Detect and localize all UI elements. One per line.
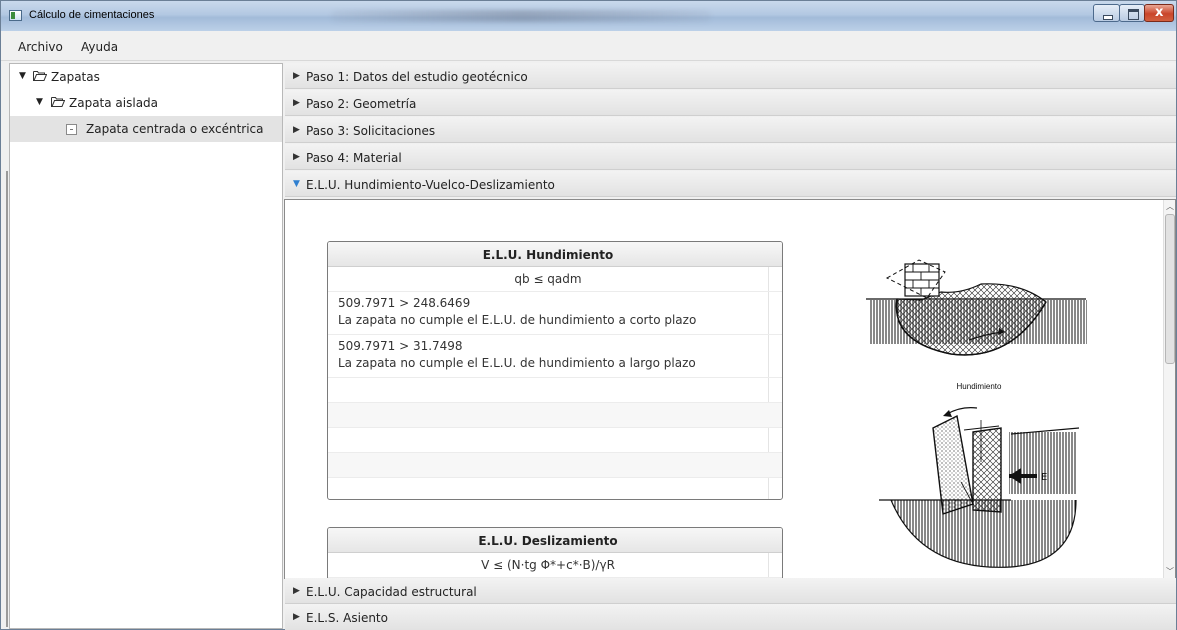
pane-header-paso-3[interactable]: ▶ Paso 3: Solicitaciones — [285, 117, 1176, 143]
table-row[interactable] — [328, 428, 782, 453]
illustration-caption: Hundimiento — [956, 382, 1002, 391]
pane-header-elu-hundimiento[interactable]: ▼ E.L.U. Hundimiento-Vuelco-Deslizamient… — [285, 171, 1176, 197]
title-bar[interactable]: Cálculo de cimentaciones x — [1, 1, 1176, 31]
collapsed-arrow-icon: ▶ — [293, 71, 300, 81]
menu-archivo[interactable]: Archivo — [18, 40, 63, 54]
maximize-button[interactable] — [1119, 4, 1145, 22]
menu-ayuda[interactable]: Ayuda — [81, 40, 118, 54]
collapsed-arrow-icon: ▶ — [293, 586, 300, 596]
formula-text: V ≤ (N·tg Φ*+c*·B)/γR — [481, 558, 615, 572]
pane-header-els-asiento[interactable]: ▶ E.L.S. Asiento — [285, 604, 1176, 630]
expand-arrow-icon[interactable]: ▼ — [19, 71, 26, 81]
expand-arrow-icon[interactable]: ▼ — [36, 97, 43, 107]
pane-label: Paso 2: Geometría — [306, 97, 417, 111]
navigation-tree: ▼ Zapatas ▼ Zapata aislada Zapata centra… — [9, 63, 283, 629]
table-header: E.L.U. Deslizamiento — [328, 528, 782, 553]
close-button[interactable]: x — [1144, 4, 1174, 22]
pane-label: Paso 3: Solicitaciones — [306, 124, 436, 138]
document-icon — [66, 124, 77, 135]
result-message: La zapata no cumple el E.L.U. de hundimi… — [338, 313, 697, 327]
folder-open-icon — [51, 97, 65, 107]
collapsed-arrow-icon: ▶ — [293, 612, 300, 622]
tree-item-zapata-aislada[interactable]: ▼ Zapata aislada — [10, 90, 282, 116]
pane-header-paso-4[interactable]: ▶ Paso 4: Material — [285, 144, 1176, 170]
left-scrollbar[interactable] — [1, 63, 9, 629]
tree-item-label: Zapatas — [51, 70, 100, 84]
table-title: E.L.U. Deslizamiento — [478, 534, 618, 548]
deslizamiento-table: E.L.U. Deslizamiento V ≤ (N·tg Φ*+c*·B)/… — [327, 527, 783, 578]
tree-item-label: Zapata aislada — [69, 96, 159, 110]
result-message: La zapata no cumple el E.L.U. de hundimi… — [338, 356, 696, 370]
comparison-text: 509.7971 > 248.6469 — [338, 296, 471, 310]
table-row[interactable]: 509.7971 > 248.6469 La zapata no cumple … — [328, 292, 782, 335]
table-row[interactable] — [328, 403, 782, 428]
tree-item-label: Zapata centrada o excéntrica — [86, 122, 264, 136]
force-label: E — [1041, 472, 1047, 483]
app-icon — [9, 10, 22, 21]
pane-label: E.L.S. Asiento — [306, 611, 388, 625]
menu-bar: Archivo Ayuda — [1, 31, 1176, 61]
scroll-up-icon[interactable]: ︿ — [1166, 201, 1174, 212]
comparison-text: 509.7971 > 31.7498 — [338, 339, 463, 353]
window-title: Cálculo de cimentaciones — [29, 9, 155, 21]
table-row[interactable] — [328, 453, 782, 478]
scroll-down-icon[interactable]: ﹀ — [1166, 566, 1174, 577]
formula-text: qb ≤ qadm — [514, 272, 582, 286]
pane-header-elu-capacidad[interactable]: ▶ E.L.U. Capacidad estructural — [285, 578, 1176, 604]
table-row[interactable]: 509.7971 > 31.7498 La zapata no cumple e… — [328, 335, 782, 378]
scroll-thumb[interactable] — [1165, 214, 1175, 364]
collapsed-arrow-icon: ▶ — [293, 98, 300, 108]
folder-open-icon — [33, 71, 47, 81]
pane-header-paso-2[interactable]: ▶ Paso 2: Geometría — [285, 90, 1176, 116]
hundimiento-figure — [866, 259, 1087, 356]
hundimiento-vuelco-drawing: E — [866, 259, 1087, 568]
pane-label: E.L.U. Capacidad estructural — [306, 585, 477, 599]
table-row[interactable]: V ≤ (N·tg Φ*+c*·B)/γR — [328, 553, 782, 578]
table-title: E.L.U. Hundimiento — [482, 248, 614, 262]
table-row[interactable] — [328, 378, 782, 403]
collapsed-arrow-icon: ▶ — [293, 152, 300, 162]
minimize-button[interactable] — [1093, 4, 1120, 22]
steps-accordion: ▶ Paso 1: Datos del estudio geotécnico ▶… — [283, 63, 1176, 630]
hundimiento-table: E.L.U. Hundimiento qb ≤ qadm 509.7971 > … — [327, 241, 783, 500]
table-row[interactable]: qb ≤ qadm — [328, 267, 782, 292]
vertical-scrollbar[interactable]: ︿ ﹀ — [1163, 200, 1175, 578]
vuelco-figure: E — [879, 407, 1080, 568]
close-icon: x — [1155, 5, 1164, 20]
pane-label: Paso 4: Material — [306, 151, 402, 165]
pane-label: E.L.U. Hundimiento-Vuelco-Deslizamiento — [306, 178, 555, 192]
collapsed-arrow-icon: ▶ — [293, 125, 300, 135]
expanded-pane-content: E.L.U. Hundimiento qb ≤ qadm 509.7971 > … — [284, 199, 1176, 579]
tree-item-zapata-centrada[interactable]: Zapata centrada o excéntrica — [10, 116, 282, 142]
pane-header-paso-1[interactable]: ▶ Paso 1: Datos del estudio geotécnico — [285, 63, 1176, 89]
expanded-arrow-icon: ▼ — [293, 179, 300, 189]
application-window: Cálculo de cimentaciones x Archivo Ayuda… — [0, 0, 1177, 630]
pane-label: Paso 1: Datos del estudio geotécnico — [306, 70, 528, 84]
table-header: E.L.U. Hundimiento — [328, 242, 782, 267]
failure-illustration: E Hundimiento — [861, 242, 1097, 578]
tree-item-zapatas[interactable]: ▼ Zapatas — [10, 64, 282, 90]
blurred-title-region — [331, 10, 711, 22]
